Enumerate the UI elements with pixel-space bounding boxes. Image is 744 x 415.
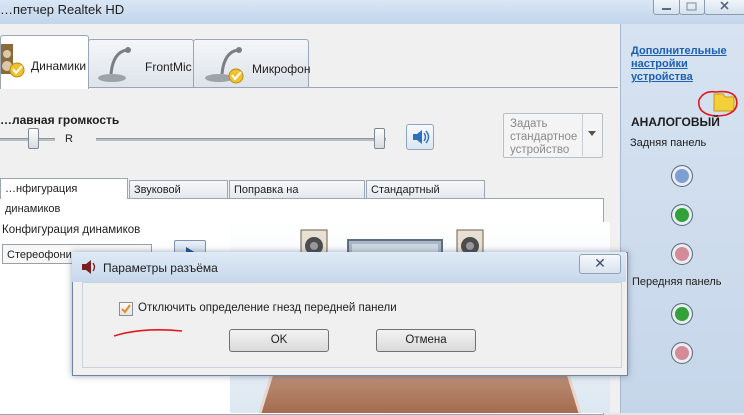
front-panel-label: Передняя панель (632, 276, 722, 288)
dialog-close-button[interactable]: ✕ (579, 254, 621, 274)
annotation-underline (113, 328, 183, 337)
front-jack-green[interactable] (671, 303, 693, 325)
folder-icon[interactable] (696, 88, 740, 118)
disable-front-jack-detection-checkbox[interactable] (119, 302, 133, 316)
speaker-icon (82, 260, 96, 274)
mute-button[interactable] (406, 124, 434, 150)
chevron-down-icon (588, 131, 596, 136)
microphone-icon (98, 47, 131, 82)
dialog-title: Параметры разъёма (103, 261, 218, 275)
default-device-arrow[interactable] (582, 114, 602, 156)
speaker-config-label: Конфигурация динамиков (2, 224, 141, 236)
tab-frontmic-label: FrontMic (145, 60, 192, 74)
cancel-button[interactable]: Отмена (376, 329, 476, 352)
advanced-settings-link[interactable]: Дополнительные настройки устройства (631, 45, 737, 84)
tab-microphone-label: Микрофон (252, 62, 311, 76)
microphone-icon (205, 47, 244, 84)
tab-speakers[interactable]: Динамики (0, 35, 89, 89)
tab-speaker-config[interactable]: …нфигурация динамиков (0, 178, 128, 215)
tab-microphone[interactable]: Микрофон (193, 39, 311, 88)
rear-jack-pink[interactable] (671, 243, 693, 265)
main-volume-label: …лавная громкость (0, 113, 120, 127)
default-device-label: Задать стандартное устройство (510, 118, 578, 156)
right-channel-label: R (65, 133, 73, 145)
front-jack-pink[interactable] (671, 342, 693, 364)
tab-speakers-label: Динамики (31, 59, 87, 73)
tab-default-format[interactable]: Стандартный формат (366, 180, 485, 214)
speaker-icon (1, 44, 25, 78)
minimize-icon (662, 8, 671, 10)
disable-front-jack-detection-label: Отключить определение гнезд передней пан… (138, 302, 397, 314)
rear-jack-green[interactable] (671, 204, 693, 226)
volume-slider[interactable] (96, 138, 386, 141)
maximize-icon (686, 2, 697, 11)
tab-sound-effect[interactable]: Звуковой эффект (129, 180, 228, 214)
volume-slider-thumb[interactable] (374, 128, 385, 149)
tab-divider (0, 87, 618, 88)
rear-panel-label: Задняя панель (630, 137, 707, 149)
maximize-button[interactable] (679, 0, 705, 15)
tab-frontmic[interactable]: FrontMic (88, 39, 194, 88)
balance-slider-thumb[interactable] (28, 128, 39, 149)
tab-room-correction[interactable]: Поправка на помещение (229, 180, 365, 214)
window-title: …петчер Realtek HD (0, 2, 125, 17)
rear-jack-blue[interactable] (671, 165, 693, 187)
minimize-button[interactable] (653, 0, 680, 15)
speaker-volume-icon (413, 130, 430, 144)
close-icon (720, 1, 729, 10)
analog-label: АНАЛОГОВЫЙ (631, 115, 720, 129)
ok-button[interactable]: OK (229, 329, 329, 352)
checkmark-icon (121, 304, 131, 314)
close-button[interactable] (704, 0, 744, 15)
